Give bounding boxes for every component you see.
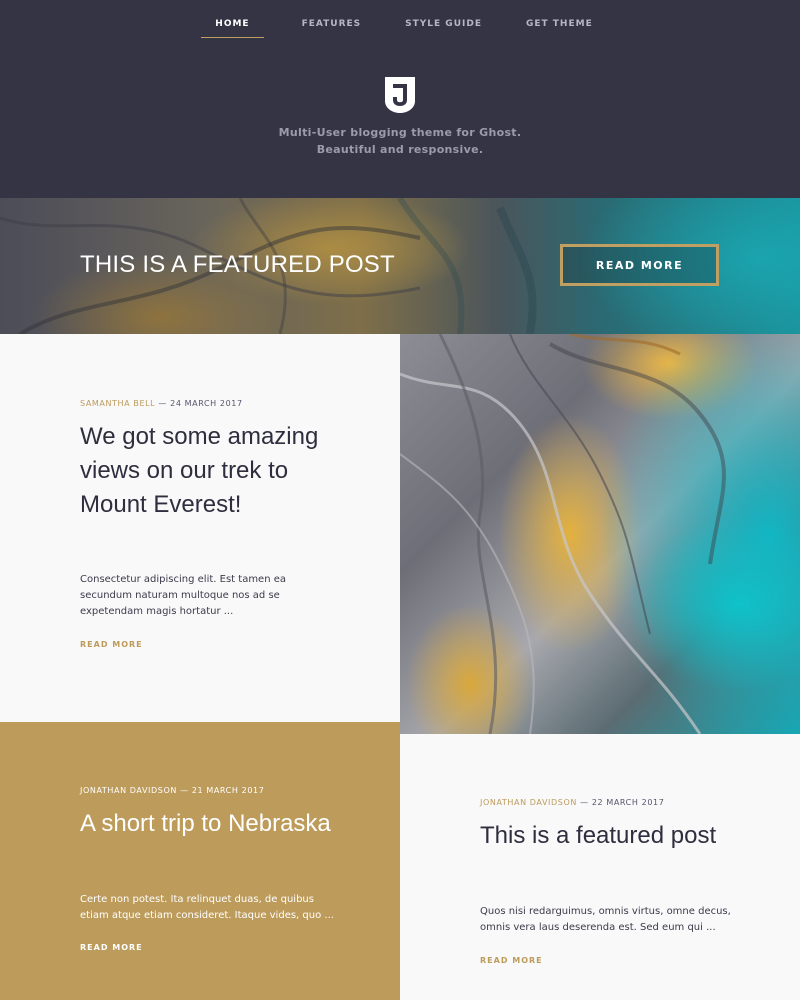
nav-item-features[interactable]: FEATURES: [302, 0, 362, 38]
post-author[interactable]: SAMANTHA BELL: [80, 399, 155, 408]
post-author[interactable]: JONATHAN DAVIDSON: [80, 786, 177, 795]
featured-post-title[interactable]: THIS IS A FEATURED POST: [80, 251, 395, 279]
tagline-line-2: Beautiful and responsive.: [316, 143, 484, 156]
site-header: HOME FEATURES STYLE GUIDE GET THEME Mult…: [0, 0, 800, 198]
post-meta: JONATHAN DAVIDSON — 21 MARCH 2017: [80, 786, 264, 795]
post-author[interactable]: JONATHAN DAVIDSON: [480, 798, 577, 807]
read-more-button[interactable]: READ MORE: [560, 244, 719, 286]
post-date: 21 MARCH 2017: [191, 786, 265, 795]
tagline-line-1: Multi-User blogging theme for Ghost.: [278, 126, 522, 139]
read-more-link[interactable]: READ MORE: [480, 956, 543, 965]
post-card[interactable]: SAMANTHA BELL — 24 MARCH 2017 We got som…: [0, 334, 400, 722]
meta-separator: —: [155, 399, 171, 408]
post-card[interactable]: JONATHAN DAVIDSON — 22 MARCH 2017 This i…: [400, 734, 800, 1000]
meta-separator: —: [176, 786, 192, 795]
read-more-link[interactable]: READ MORE: [80, 640, 143, 649]
nav-item-home[interactable]: HOME: [201, 0, 264, 38]
nav-item-style-guide[interactable]: STYLE GUIDE: [405, 0, 482, 38]
post-title[interactable]: We got some amazing views on our trek to…: [80, 420, 340, 522]
post-title[interactable]: This is a featured post: [480, 819, 740, 853]
post-excerpt: Quos nisi redarguimus, omnis virtus, omn…: [480, 906, 731, 933]
aerial-river-texture: [400, 334, 726, 734]
post-date: 24 MARCH 2017: [170, 399, 243, 408]
read-more-link[interactable]: READ MORE: [80, 943, 143, 952]
post-date: 22 MARCH 2017: [591, 798, 665, 807]
post-meta: SAMANTHA BELL — 24 MARCH 2017: [80, 399, 243, 408]
post-cover-image[interactable]: [400, 334, 800, 734]
post-title[interactable]: A short trip to Nebraska: [80, 807, 340, 841]
post-card[interactable]: JONATHAN DAVIDSON — 21 MARCH 2017 A shor…: [0, 722, 400, 1000]
main-nav: HOME FEATURES STYLE GUIDE GET THEME: [0, 0, 800, 48]
meta-separator: —: [576, 798, 592, 807]
featured-banner[interactable]: THIS IS A FEATURED POST READ MORE: [0, 198, 800, 334]
site-tagline: Multi-User blogging theme for Ghost. Bea…: [0, 124, 800, 158]
post-meta: JONATHAN DAVIDSON — 22 MARCH 2017: [480, 798, 664, 807]
post-excerpt: Certe non potest. Ita relinquet duas, de…: [80, 894, 334, 921]
j-shield-logo-icon[interactable]: [384, 76, 416, 114]
post-excerpt: Consectetur adipiscing elit. Est tamen e…: [80, 574, 287, 617]
nav-item-get-theme[interactable]: GET THEME: [526, 0, 593, 38]
